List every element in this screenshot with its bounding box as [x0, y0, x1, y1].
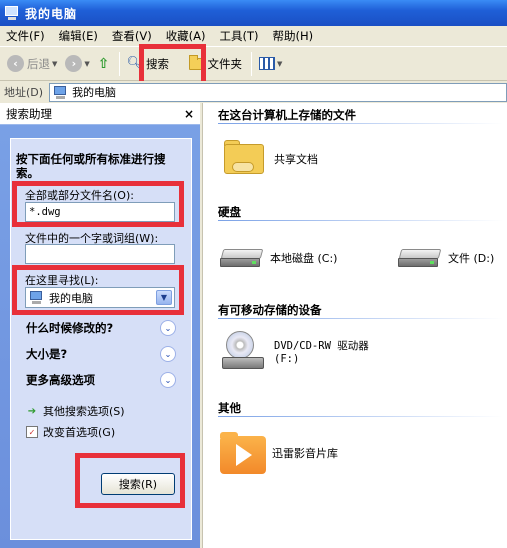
chevron-down-icon: ⌄ [160, 346, 176, 362]
address-value: 我的电脑 [72, 86, 117, 99]
section-other: 其他 [218, 401, 241, 415]
section-divider [218, 220, 503, 221]
toolbar-separator [118, 51, 120, 76]
hard-drive-icon [220, 245, 264, 271]
chevron-down-icon[interactable]: ▼ [156, 290, 172, 305]
cd-drive-icon [222, 331, 268, 375]
menu-bar: 文件(F) 编辑(E) 查看(V) 收藏(A) 工具(T) 帮助(H) [0, 26, 507, 47]
views-button[interactable]: ▼ [256, 51, 285, 77]
close-icon[interactable]: × [184, 107, 194, 121]
menu-view[interactable]: 查看(V) [112, 28, 152, 44]
up-folder-icon: ⇧ [97, 55, 110, 72]
docs-disk-d-item[interactable]: 文件 (D:) [398, 245, 494, 271]
search-pane-header: 搜索助理 × [0, 103, 200, 125]
filename-input[interactable]: *.dwg [25, 202, 175, 222]
when-modified-toggle[interactable]: 什么时候修改的? ⌄ [26, 320, 176, 336]
chevron-down-icon: ▼ [84, 59, 90, 68]
address-input[interactable]: 我的电脑 [49, 82, 507, 102]
chevron-down-icon: ⌄ [160, 320, 176, 336]
search-pane-title: 搜索助理 [6, 106, 52, 121]
toolbar-separator [251, 51, 253, 76]
shared-folder-icon [222, 140, 268, 178]
dvd-drive-letter: (F:) [274, 353, 300, 365]
menu-tools[interactable]: 工具(T) [220, 28, 259, 44]
content-pane: 在这台计算机上存储的文件 共享文档 硬盘 本地磁盘 (C:) 文件 (D:) 有… [204, 103, 507, 548]
checklist-icon: ✓ [26, 426, 38, 438]
shared-documents-item[interactable]: 共享文档 [222, 140, 318, 178]
forward-arrow-icon: › [65, 55, 83, 72]
forward-button[interactable]: › ▼ [62, 51, 92, 77]
toolbar: ‹ 后退 ▼ › ▼ ⇧ 🔍︎ 搜索 文件夹 ▼ [0, 47, 507, 81]
computer-icon [53, 85, 68, 100]
media-library-icon [220, 430, 266, 476]
up-folder-button[interactable]: ⇧ [95, 51, 113, 77]
search-intro-text: 按下面任何或所有标准进行搜索。 [16, 152, 166, 180]
chevron-down-icon: ⌄ [160, 372, 176, 388]
section-hard-disks: 硬盘 [218, 205, 241, 219]
title-bar: 我的电脑 [0, 0, 507, 26]
window-title: 我的电脑 [25, 6, 78, 21]
arrow-right-icon: ➔ [27, 405, 37, 417]
back-button[interactable]: ‹ 后退 ▼ [4, 51, 60, 77]
views-icon [259, 57, 276, 70]
pane-divider[interactable] [200, 103, 203, 548]
search-submit-button[interactable]: 搜索(R) [101, 473, 175, 495]
computer-icon [29, 290, 44, 305]
section-divider [218, 123, 503, 124]
section-removable: 有可移动存储的设备 [218, 303, 322, 317]
change-preferences-link[interactable]: ✓ 改变首选项(G) [26, 424, 115, 440]
advanced-options-toggle[interactable]: 更多高级选项 ⌄ [26, 372, 176, 388]
word-input[interactable] [25, 244, 175, 264]
back-arrow-icon: ‹ [7, 55, 24, 72]
dvd-drive-item[interactable]: DVD/CD-RW 驱动器 (F:) [222, 331, 369, 375]
section-divider [218, 416, 503, 417]
lookin-label: 在这里寻找(L): [25, 274, 99, 287]
hard-drive-icon [398, 245, 442, 271]
local-disk-c-item[interactable]: 本地磁盘 (C:) [220, 245, 337, 271]
computer-icon [4, 5, 20, 21]
chevron-down-icon: ▼ [277, 59, 283, 68]
address-label: 地址(D) [4, 86, 44, 99]
address-bar: 地址(D) 我的电脑 [0, 81, 507, 103]
lookin-select[interactable]: 我的电脑 ▼ [25, 287, 175, 308]
media-library-item[interactable]: 迅雷影音片库 [220, 430, 338, 476]
size-toggle[interactable]: 大小是? ⌄ [26, 346, 176, 362]
chevron-down-icon: ▼ [52, 59, 58, 68]
menu-edit[interactable]: 编辑(E) [59, 28, 98, 44]
menu-favorites[interactable]: 收藏(A) [166, 28, 206, 44]
section-stored-files: 在这台计算机上存储的文件 [218, 108, 356, 122]
dvd-drive-name: DVD/CD-RW 驱动器 [274, 340, 369, 352]
menu-file[interactable]: 文件(F) [6, 28, 45, 44]
filename-label: 全部或部分文件名(O): [25, 189, 134, 202]
section-divider [218, 318, 503, 319]
search-button-highlight [139, 44, 206, 86]
menu-help[interactable]: 帮助(H) [273, 28, 314, 44]
other-search-options-link[interactable]: ➔ 其他搜索选项(S) [26, 403, 125, 419]
